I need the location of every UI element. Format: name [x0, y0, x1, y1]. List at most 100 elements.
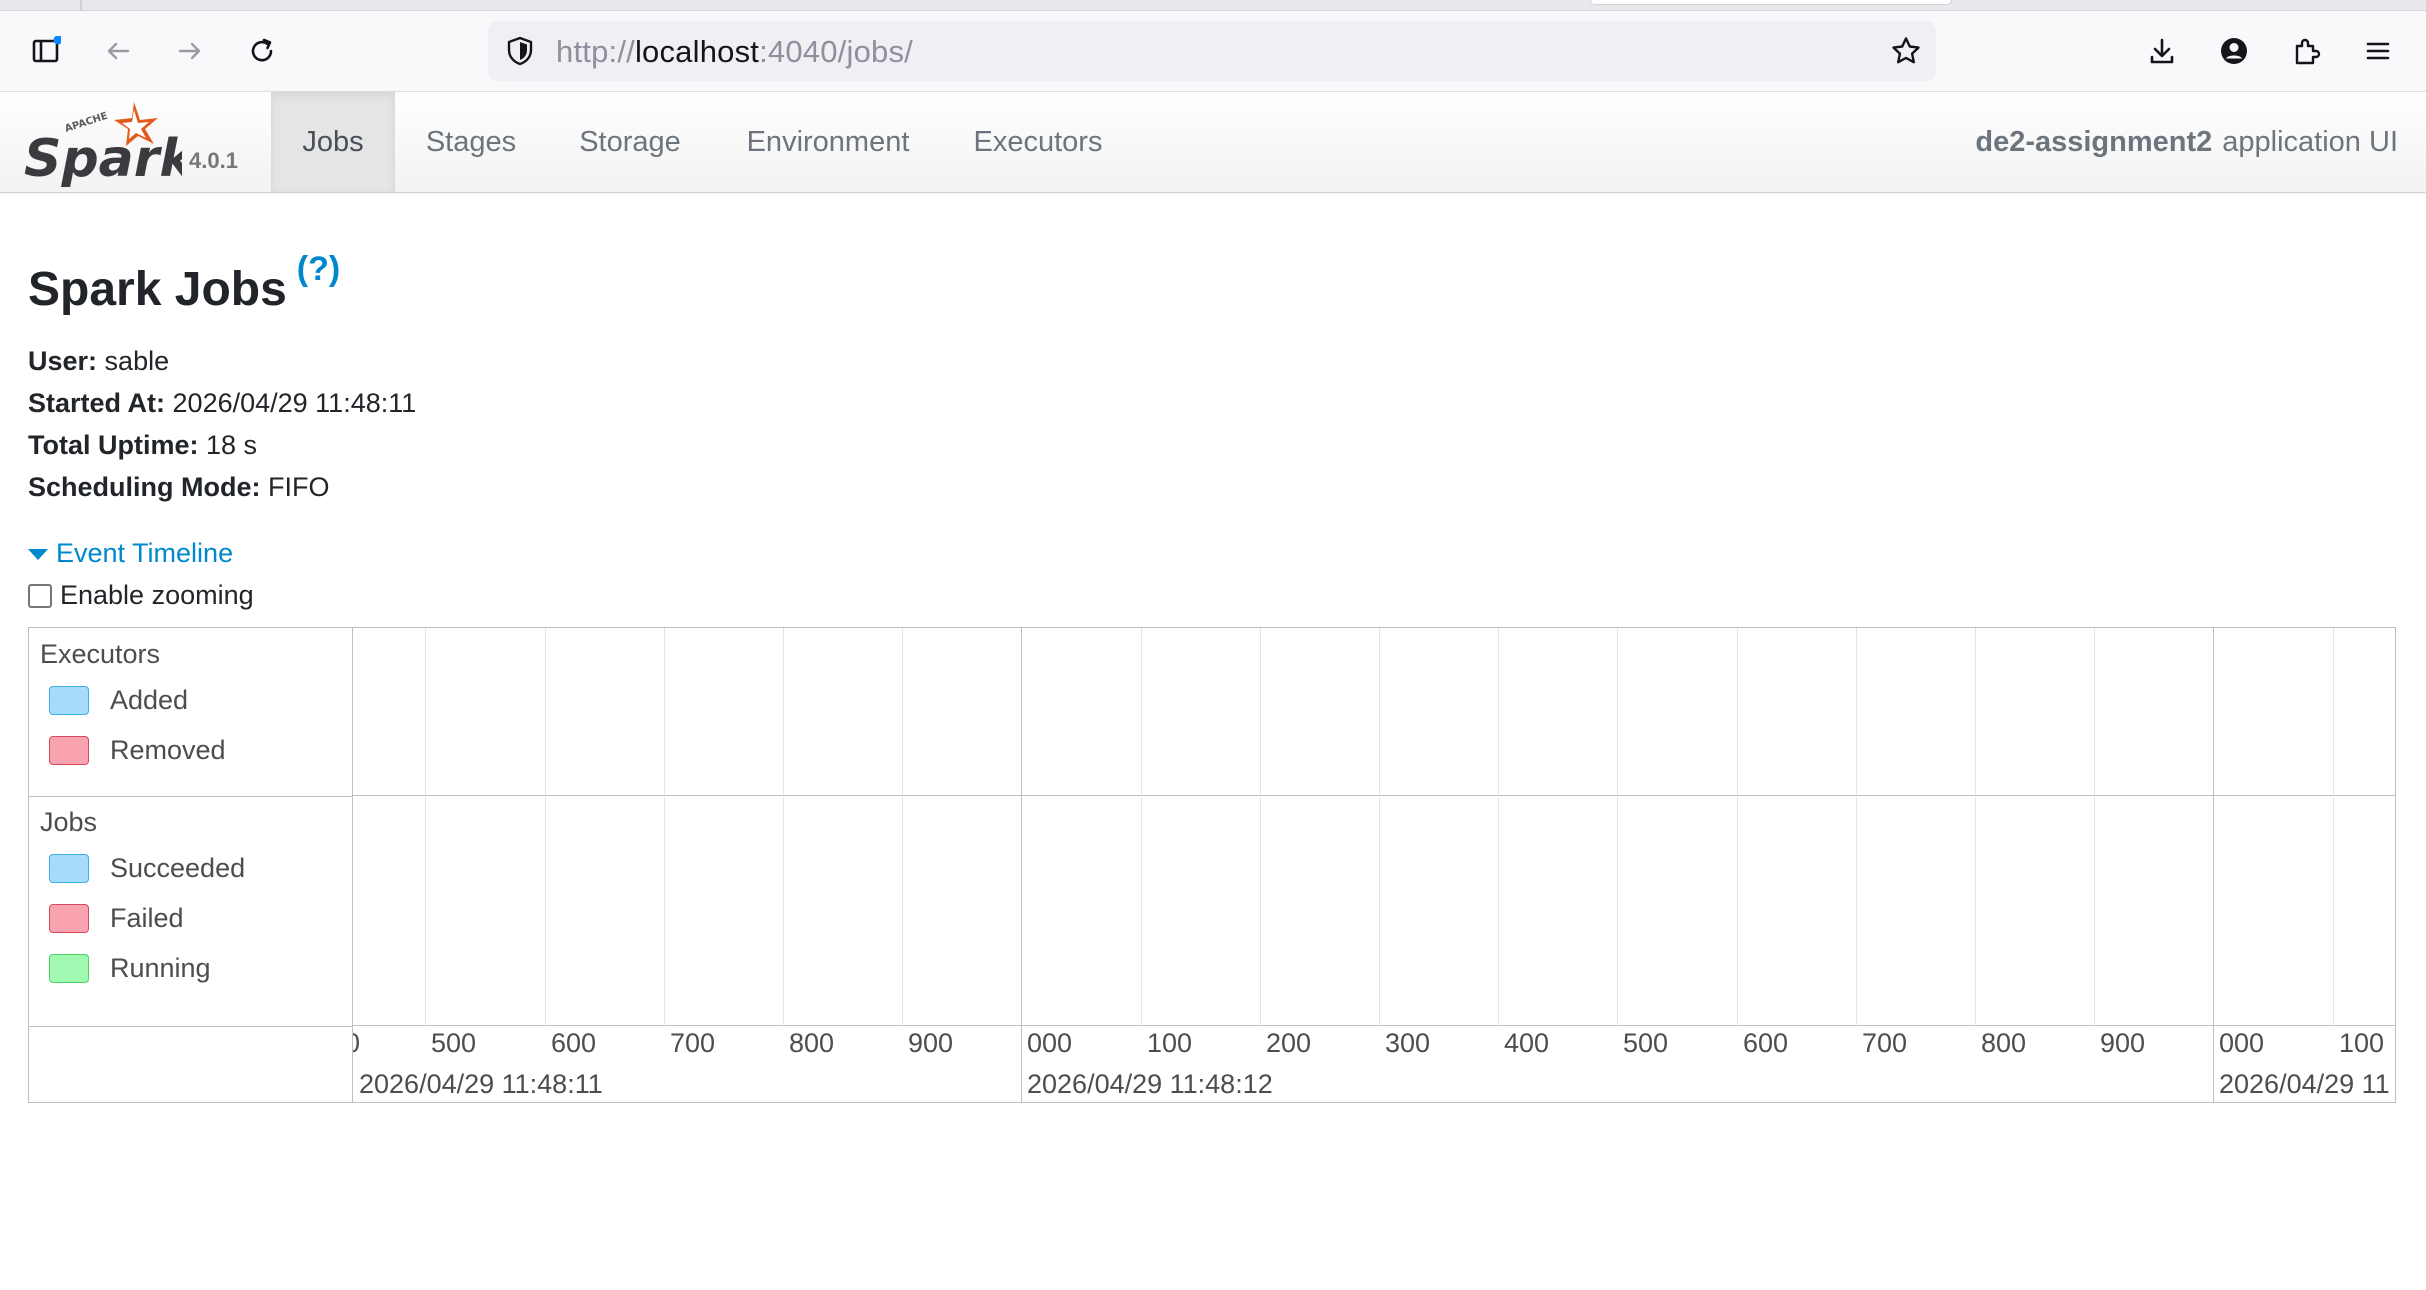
legend-swatch-green — [49, 954, 89, 983]
tab-environment[interactable]: Environment — [713, 92, 943, 192]
event-timeline-toggle[interactable]: Event Timeline — [28, 538, 233, 569]
browser-tab-strip — [0, 0, 2426, 11]
reload-icon[interactable] — [242, 31, 282, 71]
menu-icon[interactable] — [2358, 31, 2398, 71]
event-timeline-label: Event Timeline — [56, 538, 234, 568]
enable-zooming-label: Enable zooming — [60, 580, 254, 610]
timeline-minor-tick: 800 — [789, 1028, 835, 1058]
timeline-major-tick: 2026/04/29 11 — [2219, 1069, 2390, 1099]
timeline-minor-tick: 100 — [1147, 1028, 1193, 1058]
legend-removed-label: Removed — [110, 735, 226, 765]
url-scheme: http:// — [556, 34, 635, 69]
summary-mode-value: FIFO — [268, 472, 330, 502]
back-arrow-icon[interactable] — [98, 31, 138, 71]
timeline-minor-tick: 000 — [2219, 1028, 2265, 1058]
summary-user: User: sable — [28, 340, 416, 382]
legend-swatch-red — [49, 904, 89, 933]
timeline-minor-gridline — [2333, 628, 2334, 1026]
timeline-minor-gridline — [425, 628, 426, 1026]
app-title: de2-assignment2 application UI — [1975, 92, 2398, 192]
shield-icon[interactable] — [504, 35, 536, 67]
legend-swatch-red — [49, 736, 89, 765]
url-host: localhost — [634, 34, 760, 69]
event-timeline[interactable]: Executors Added Removed Jobs Succeeded F… — [28, 627, 2396, 1103]
tab-storage[interactable]: Storage — [547, 92, 713, 192]
summary-mode-label: Scheduling Mode: — [28, 472, 261, 502]
timeline-minor-gridline — [1498, 628, 1499, 1026]
tab-stages[interactable]: Stages — [395, 92, 547, 192]
summary-started: Started At: 2026/04/29 11:48:11 — [28, 382, 416, 424]
app-name: de2-assignment2 — [1975, 125, 2213, 158]
timeline-minor-gridline — [545, 628, 546, 1026]
timeline-minor-tick: 900 — [2100, 1028, 2146, 1058]
executors-group-title: Executors — [40, 639, 161, 669]
tab-jobs[interactable]: Jobs — [271, 92, 395, 192]
timeline-minor-tick: 300 — [1385, 1028, 1431, 1058]
spark-version: 4.0.1 — [189, 148, 238, 173]
address-bar[interactable]: http://localhost:4040/jobs/ — [488, 21, 1936, 81]
legend-swatch-blue — [49, 854, 89, 883]
timeline-minor-gridline — [783, 628, 784, 1026]
legend-succeeded-label: Succeeded — [110, 853, 246, 883]
page-title-text: Spark Jobs — [28, 263, 287, 316]
app-title-suffix: application UI — [2222, 125, 2398, 158]
legend-succeeded: Succeeded — [49, 853, 245, 884]
legend-failed: Failed — [49, 903, 184, 934]
timeline-minor-tick: 700 — [670, 1028, 716, 1058]
timeline-major-gridline — [1021, 628, 1022, 1102]
bookmark-star-icon[interactable] — [1890, 35, 1922, 67]
tab-executors[interactable]: Executors — [943, 92, 1133, 192]
extensions-icon[interactable] — [2286, 31, 2326, 71]
timeline-grid[interactable]: 0 500 600 700 800 900 000 100 200 300 400 500 600 700… — [353, 628, 2395, 1102]
timeline-minor-tick: 000 — [1027, 1028, 1073, 1058]
timeline-minor-tick: 400 — [1504, 1028, 1550, 1058]
browser-toolbar: http://localhost:4040/jobs/ — [0, 11, 2426, 92]
forward-arrow-icon[interactable] — [170, 31, 210, 71]
legend-added: Added — [49, 685, 188, 716]
legend-removed: Removed — [49, 735, 226, 766]
legend-swatch-blue — [49, 686, 89, 715]
help-tooltip[interactable]: (?) — [297, 250, 340, 288]
axis-divider — [353, 1025, 2395, 1026]
sidebar-toggle-icon[interactable] — [26, 31, 66, 71]
tab-edge — [80, 0, 82, 10]
summary-uptime: Total Uptime: 18 s — [28, 424, 416, 466]
summary-user-label: User: — [28, 346, 98, 376]
browser-tab[interactable] — [1590, 0, 1952, 5]
timeline-minor-tick: 600 — [551, 1028, 597, 1058]
timeline-minor-gridline — [664, 628, 665, 1026]
job-summary: User: sable Started At: 2026/04/29 11:48… — [28, 340, 416, 508]
timeline-minor-gridline — [1737, 628, 1738, 1026]
url-path: :4040/jobs/ — [759, 34, 913, 69]
timeline-major-tick: 2026/04/29 11:48:12 — [1027, 1069, 1273, 1099]
legend-running-label: Running — [110, 953, 211, 983]
timeline-minor-gridline — [1975, 628, 1976, 1026]
legend-running: Running — [49, 953, 211, 984]
timeline-legend-panel: Executors Added Removed Jobs Succeeded F… — [29, 628, 353, 1102]
timeline-minor-gridline — [2094, 628, 2095, 1026]
help-link[interactable]: (?) — [297, 250, 340, 288]
spark-navbar: APACHE Spark 4.0.1 Jobs Stages Storage E… — [0, 92, 2426, 193]
timeline-minor-gridline — [1379, 628, 1380, 1026]
caret-down-icon — [28, 549, 48, 560]
timeline-minor-tick: 900 — [908, 1028, 954, 1058]
jobs-group-title: Jobs — [40, 807, 98, 837]
spark-logo[interactable]: APACHE Spark — [22, 96, 182, 188]
enable-zooming-checkbox[interactable] — [28, 583, 52, 608]
summary-started-value: 2026/04/29 11:48:11 — [172, 388, 417, 418]
summary-scheduling-mode: Scheduling Mode: FIFO — [28, 466, 416, 508]
timeline-minor-tick: 700 — [1862, 1028, 1908, 1058]
timeline-minor-tick: 600 — [1743, 1028, 1789, 1058]
url-text[interactable]: http://localhost:4040/jobs/ — [556, 35, 913, 69]
timeline-minor-tick: 0 — [353, 1028, 360, 1059]
timeline-minor-gridline — [1260, 628, 1261, 1026]
account-icon[interactable] — [2214, 31, 2254, 71]
svg-text:Spark: Spark — [24, 129, 182, 188]
legend-added-label: Added — [110, 685, 189, 715]
zoom-option[interactable]: Enable zooming — [28, 580, 254, 611]
timeline-major-tick: 2026/04/29 11:48:11 — [359, 1069, 603, 1099]
jobs-group: Jobs Succeeded Failed Running — [29, 796, 352, 1027]
timeline-minor-tick: 200 — [1266, 1028, 1312, 1058]
download-icon[interactable] — [2142, 31, 2182, 71]
summary-user-value: sable — [104, 346, 170, 376]
